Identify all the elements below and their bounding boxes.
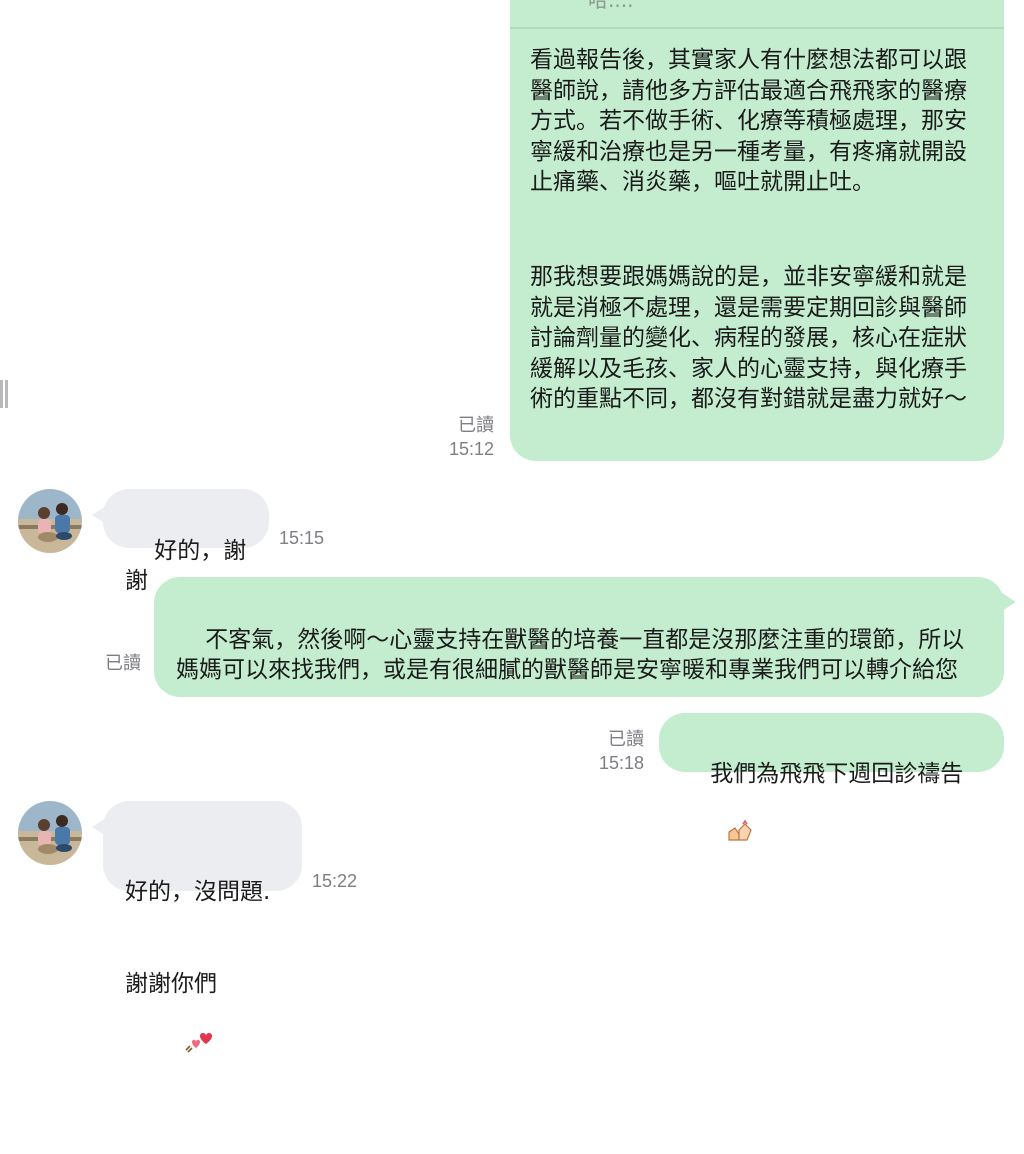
timestamp: 15:15 <box>279 528 325 548</box>
message-bubble[interactable]: 不客氣，然後啊～心靈支持在獸醫的培養一直都是沒那麼注重的環節，所以媽媽可以來找我… <box>154 577 1004 697</box>
contact-avatar[interactable] <box>18 801 82 865</box>
bubble-divider <box>510 27 1004 29</box>
read-receipt: 已讀 <box>608 729 644 749</box>
bubble-tail <box>1002 593 1016 611</box>
message-meta: 已讀 15:12 <box>449 413 494 461</box>
message-text-line-2: 謝謝你們 <box>125 969 302 1093</box>
message-meta: 已讀 <box>105 651 141 675</box>
timestamp: 15:12 <box>448 439 494 459</box>
praying-hands-emoji-icon <box>681 789 755 883</box>
message-bubble[interactable]: 好的，謝謝 <box>103 489 269 594</box>
scroll-indicator[interactable] <box>0 380 9 408</box>
message-text: 我們為飛飛下週回診禱告 <box>710 760 964 787</box>
profile-photo-icon <box>18 801 82 865</box>
quoted-snippet: 哈.... <box>588 0 634 12</box>
message-text-paragraph-2: 那我想要跟媽媽說的是，並非安寧緩和就是就是消極不處理，還是需要定期回診與醫師討論… <box>530 264 967 412</box>
message-bubble[interactable]: 我們為飛飛下週回診禱告 <box>659 713 1004 841</box>
message-text-paragraph-1: 看過報告後，其實家人有什麼想法都可以跟醫師說，請他多方評估最適合飛飛家的醫療方式… <box>530 47 967 195</box>
timestamp: 15:22 <box>312 871 358 891</box>
timestamp: 15:18 <box>598 753 644 773</box>
read-receipt: 已讀 <box>105 653 141 673</box>
message-text-line-1: 好的，沒問題. <box>125 879 271 905</box>
message-text: 不客氣，然後啊～心靈支持在獸醫的培養一直都是沒那麼注重的環節，所以媽媽可以來找我… <box>176 626 965 684</box>
message-text-line-2-text: 謝謝你們 <box>125 970 217 997</box>
contact-avatar[interactable] <box>18 489 82 553</box>
read-receipt: 已讀 <box>458 415 494 435</box>
message-meta: 已讀 15:18 <box>599 727 644 775</box>
hearts-emoji-icon <box>125 999 212 1093</box>
message-bubble[interactable]: 好的，沒問題. 謝謝你們 <box>103 801 302 1053</box>
profile-photo-icon <box>18 489 82 553</box>
